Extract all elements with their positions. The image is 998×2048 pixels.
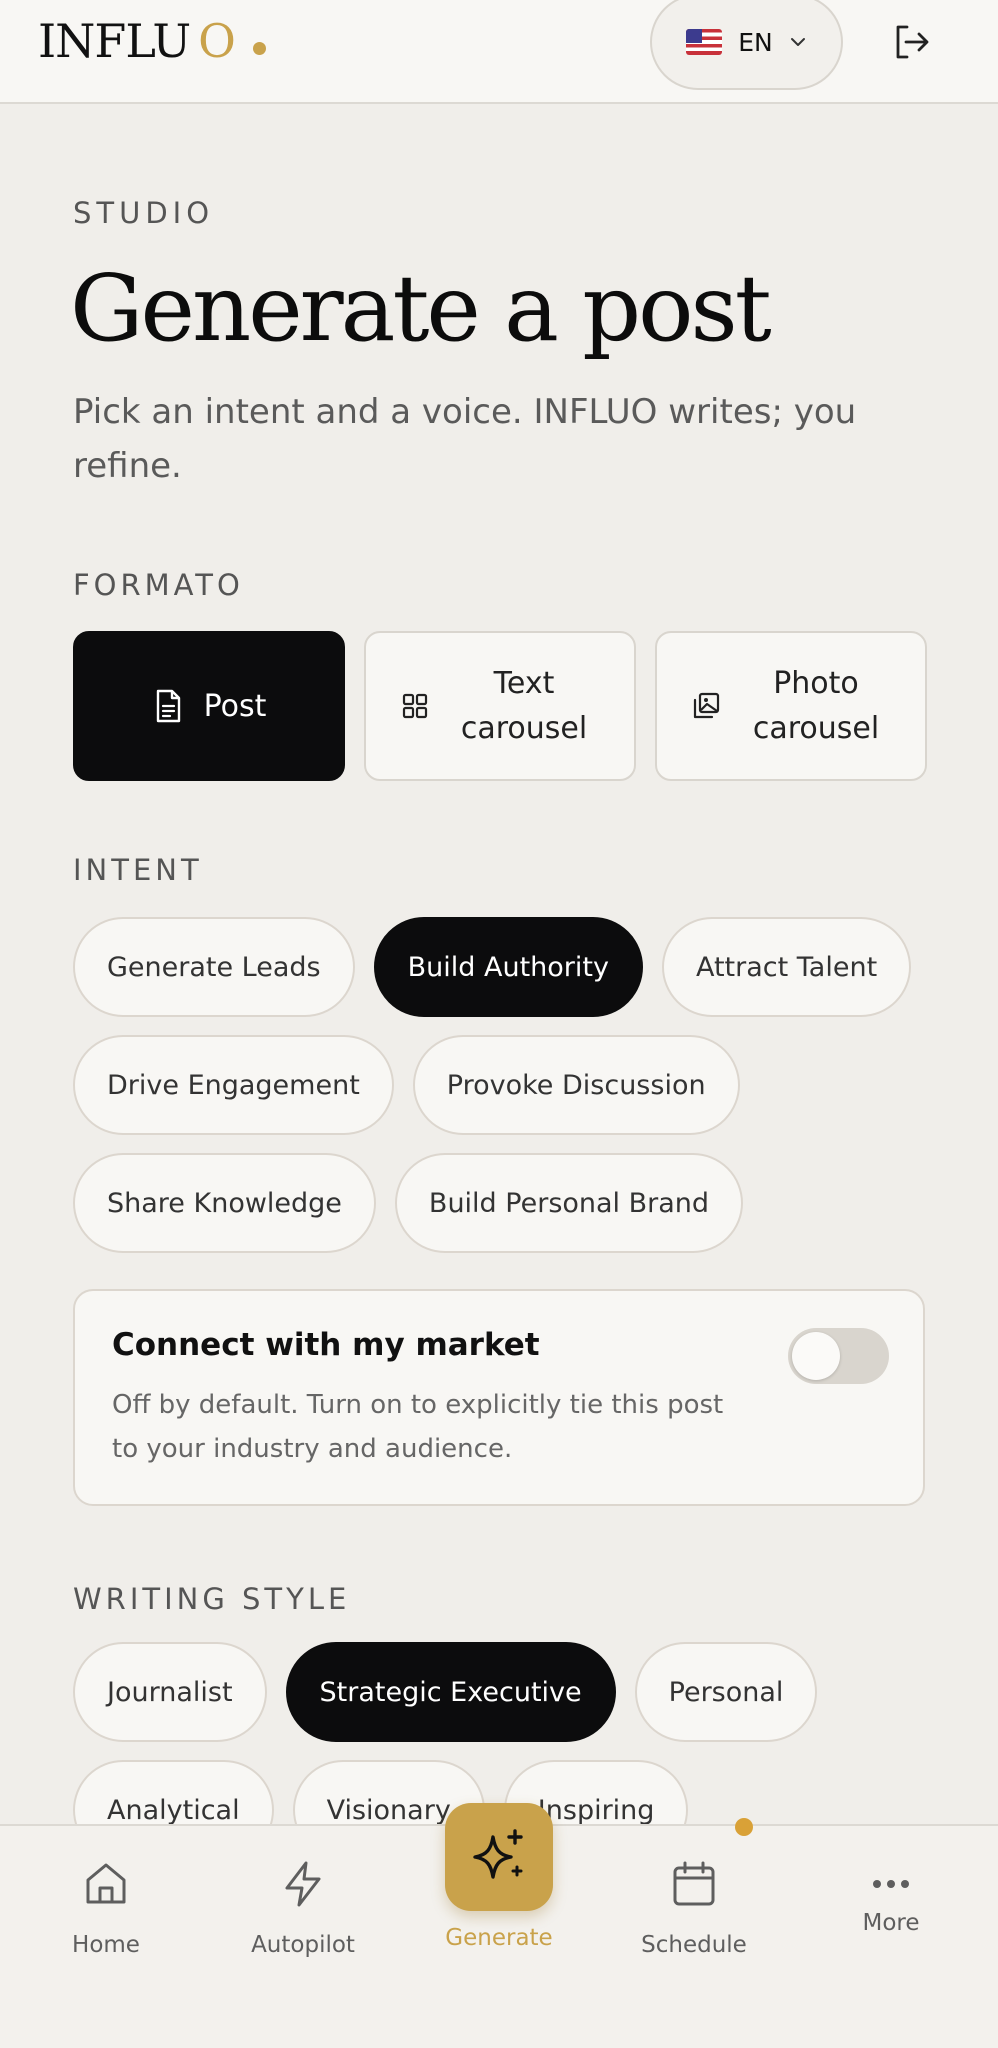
nav-generate-label: Generate — [445, 1925, 553, 1951]
format-option-post[interactable]: Post — [73, 631, 345, 781]
toggle-knob — [792, 1332, 840, 1380]
nav-item-generate[interactable] — [445, 1803, 553, 1911]
logout-icon[interactable] — [888, 18, 936, 66]
intent-options: Generate Leads Build Authority Attract T… — [73, 917, 933, 1253]
intent-option-provoke-discussion[interactable]: Provoke Discussion — [412, 1035, 740, 1135]
market-connection-description: Off by default. Turn on to explicitly ti… — [112, 1390, 724, 1464]
style-option-strategic-executive[interactable]: Strategic Executive — [285, 1642, 616, 1742]
format-option-text-carousel[interactable]: Text carousel — [364, 631, 636, 781]
writing-style-section-label: WRITING STYLE — [73, 1582, 351, 1616]
nav-label: Home — [72, 1932, 140, 1958]
sparkle-icon — [473, 1829, 523, 1879]
intent-option-build-personal-brand[interactable]: Build Personal Brand — [394, 1153, 744, 1253]
calendar-icon — [673, 1861, 715, 1906]
nav-label: Autopilot — [251, 1932, 355, 1958]
market-connection-toggle[interactable] — [788, 1328, 889, 1384]
format-option-label: Post — [203, 688, 267, 724]
intent-option-generate-leads[interactable]: Generate Leads — [73, 917, 355, 1017]
home-icon — [86, 1863, 126, 1904]
format-option-label: Text carousel — [460, 666, 588, 746]
logo-dot — [252, 41, 266, 55]
grid-icon — [402, 693, 428, 719]
notification-dot — [735, 1818, 753, 1836]
intent-option-drive-engagement[interactable]: Drive Engagement — [73, 1035, 394, 1135]
style-option-journalist[interactable]: Journalist — [73, 1642, 267, 1742]
logo-wordmark: INFLU — [38, 14, 191, 68]
market-connection-card: Connect with my market Off by default. T… — [73, 1289, 925, 1506]
influo-logo[interactable]: INFLU O — [38, 14, 266, 74]
format-option-photo-carousel[interactable]: Photo carousel — [655, 631, 927, 781]
studio-eyebrow: STUDIO — [73, 196, 215, 230]
document-icon — [156, 689, 180, 723]
market-connection-title: Connect with my market — [112, 1327, 540, 1363]
nav-item-autopilot[interactable]: Autopilot — [218, 1858, 388, 1958]
nav-item-schedule[interactable]: Schedule — [609, 1858, 779, 1958]
intent-option-build-authority[interactable]: Build Authority — [373, 917, 643, 1017]
images-icon — [693, 692, 720, 719]
nav-item-home[interactable]: Home — [21, 1858, 191, 1958]
nav-label: More — [862, 1910, 920, 1936]
nav-label: Schedule — [641, 1932, 747, 1958]
language-code: EN — [738, 27, 773, 57]
style-option-personal[interactable]: Personal — [634, 1642, 818, 1742]
more-icon — [873, 1880, 909, 1888]
language-selector[interactable]: EN — [650, 0, 843, 90]
logo-accent-letter: O — [198, 14, 236, 68]
intent-section-label: INTENT — [73, 853, 203, 887]
chevron-down-icon — [790, 38, 805, 46]
us-flag-icon — [686, 29, 723, 55]
format-options: Post Text carousel Photo carousel — [73, 631, 927, 781]
nav-item-more[interactable]: More — [806, 1858, 976, 1936]
format-section-label: FORMATO — [73, 568, 244, 602]
intent-option-share-knowledge[interactable]: Share Knowledge — [73, 1153, 376, 1253]
top-bar: INFLU O EN — [0, 0, 998, 104]
intent-option-attract-talent[interactable]: Attract Talent — [661, 917, 912, 1017]
page-title: Generate a post — [70, 255, 772, 362]
page-subtitle: Pick an intent and a voice. INFLUO write… — [73, 392, 857, 486]
format-option-label: Photo carousel — [752, 666, 880, 746]
lightning-icon — [285, 1861, 321, 1907]
